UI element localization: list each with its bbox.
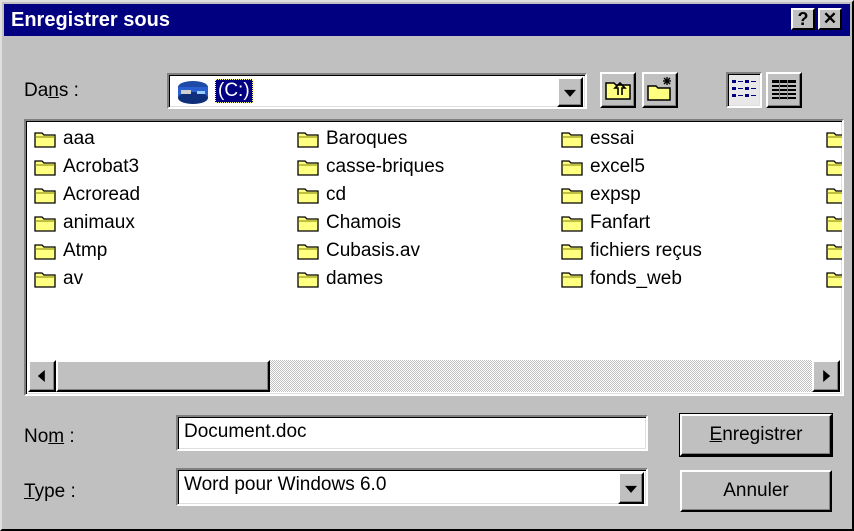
filetype-select[interactable]: Word pour Windows 6.0: [176, 468, 648, 506]
scroll-right-button[interactable]: [812, 360, 840, 392]
scroll-left-button[interactable]: [28, 360, 56, 392]
file-list-item-label: Acrobat3: [63, 156, 140, 177]
list-view-icon: [732, 80, 756, 97]
list-view-button[interactable]: [726, 72, 762, 108]
cancel-button-label: Annuler: [723, 480, 789, 501]
folder-icon: [561, 242, 583, 260]
close-button[interactable]: ✕: [818, 8, 842, 30]
folder-icon: [561, 214, 583, 232]
file-list-item-label: aaa: [63, 128, 95, 149]
help-button[interactable]: ?: [791, 8, 815, 30]
folder-icon: [34, 214, 56, 232]
save-button-frame: Enregistrer: [679, 413, 833, 457]
file-list-item-label: animaux: [63, 212, 135, 233]
up-one-level-button[interactable]: [600, 72, 636, 108]
save-button[interactable]: Enregistrer: [680, 414, 832, 456]
help-icon: ?: [797, 9, 809, 29]
folder-icon: [34, 186, 56, 204]
folder-icon: [561, 270, 583, 288]
filetype-value: Word pour Windows 6.0: [184, 474, 387, 495]
file-list-item-label: fonds_web: [590, 268, 682, 289]
scroll-track[interactable]: [270, 360, 812, 392]
filetype-dropdown-button[interactable]: [618, 472, 644, 504]
folder-icon: [826, 186, 842, 204]
details-view-button[interactable]: [766, 72, 802, 108]
horizontal-scrollbar[interactable]: [28, 360, 840, 392]
save-as-dialog: Enregistrer sous ? ✕ Dans : (C:) aaa Acr…: [0, 0, 854, 531]
location-dropdown-button[interactable]: [557, 77, 583, 107]
folder-icon: [826, 158, 842, 176]
drive-label: (C:): [215, 79, 253, 103]
folder-icon: [561, 158, 583, 176]
location-label: Dans :: [24, 80, 79, 101]
folder-icon: [826, 242, 842, 260]
folder-icon: [297, 158, 319, 176]
new-folder-button[interactable]: [642, 72, 678, 108]
file-list-item-label: av: [63, 268, 84, 289]
filename-value: Document.doc: [184, 421, 307, 442]
file-list-item-label: Chamois: [326, 212, 401, 233]
file-list-item-label: essai: [590, 128, 635, 149]
folder-icon: [34, 130, 56, 148]
folder-icon: [34, 158, 56, 176]
save-button-label: Enregistrer: [709, 424, 803, 445]
folder-icon: [826, 214, 842, 232]
scroll-thumb[interactable]: [56, 360, 270, 392]
window-title: Enregistrer sous: [11, 9, 170, 31]
folder-icon: [297, 214, 319, 232]
folder-icon: [826, 130, 842, 148]
file-list-item-label: expsp: [590, 184, 641, 205]
file-list-item-label: Fanfart: [590, 212, 651, 233]
file-list-item-label: dames: [326, 268, 384, 289]
location-combobox[interactable]: (C:): [167, 73, 587, 109]
chevron-down-icon: [625, 485, 637, 493]
folder-icon: [561, 130, 583, 148]
close-icon: ✕: [822, 9, 838, 28]
folder-icon: [34, 270, 56, 288]
filename-input[interactable]: Document.doc: [176, 415, 648, 451]
file-list-item-label: Atmp: [63, 240, 108, 261]
cancel-button[interactable]: Annuler: [680, 470, 832, 512]
details-view-icon: [772, 80, 796, 100]
filename-label: Nom :: [24, 426, 75, 447]
file-list-item-label: casse-briques: [326, 156, 445, 177]
folder-icon: [297, 186, 319, 204]
folder-icon: [297, 270, 319, 288]
file-list-item-label: Baroques: [326, 128, 408, 149]
arrow-left-icon: [37, 370, 45, 382]
title-bar[interactable]: Enregistrer sous ? ✕: [4, 4, 850, 36]
hard-drive-icon: [178, 81, 208, 104]
arrow-right-icon: [823, 370, 831, 382]
folder-icon: [826, 270, 842, 288]
up-one-level-icon: [605, 81, 631, 100]
file-list-item-label: Acroread: [63, 184, 141, 205]
new-folder-icon: [647, 77, 671, 101]
folder-icon: [297, 130, 319, 148]
folder-icon: [297, 242, 319, 260]
file-list-item-label: fichiers reçus: [590, 240, 702, 261]
chevron-down-icon: [564, 89, 576, 97]
filetype-label: Type :: [24, 481, 76, 502]
file-list-item-label: excel5: [590, 156, 645, 177]
file-list-item-label: cd: [326, 184, 347, 205]
file-list-item-label: Cubasis.av: [326, 240, 420, 261]
folder-icon: [561, 186, 583, 204]
file-list[interactable]: aaa Acrobat3 Acroread animaux Atmp av Baroques…: [24, 119, 844, 396]
folder-icon: [34, 242, 56, 260]
